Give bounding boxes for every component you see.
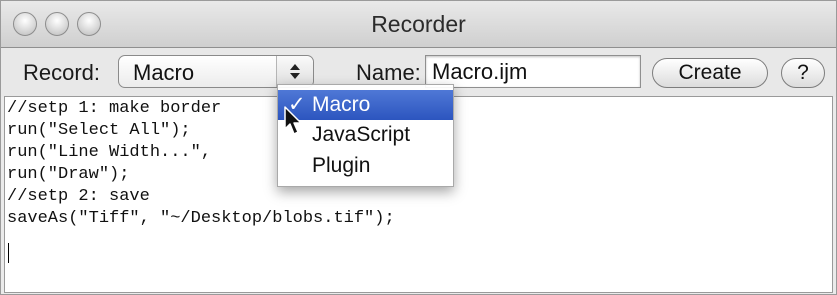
- help-button[interactable]: ?: [781, 58, 825, 88]
- name-input[interactable]: [425, 55, 641, 88]
- recorder-window: Recorder Record: Macro Name: Create ? //…: [0, 0, 837, 295]
- title-bar[interactable]: Recorder: [1, 1, 836, 48]
- arrow-pointer-icon: [284, 106, 302, 135]
- chevron-up-icon: [290, 64, 300, 70]
- menu-item-label: JavaScript: [312, 123, 411, 146]
- name-label: Name:: [356, 60, 421, 85]
- menu-item-label: Macro: [312, 93, 371, 116]
- menu-item-label: Plugin: [312, 154, 371, 177]
- create-button[interactable]: Create: [652, 58, 768, 88]
- record-type-value: Macro: [133, 60, 195, 85]
- up-down-arrows-icon[interactable]: [276, 56, 313, 87]
- text-caret: [8, 243, 9, 263]
- menu-item-plugin[interactable]: Plugin: [278, 151, 453, 181]
- window-title: Recorder: [371, 11, 466, 37]
- chevron-down-icon: [290, 73, 300, 79]
- record-label: Record:: [23, 60, 101, 85]
